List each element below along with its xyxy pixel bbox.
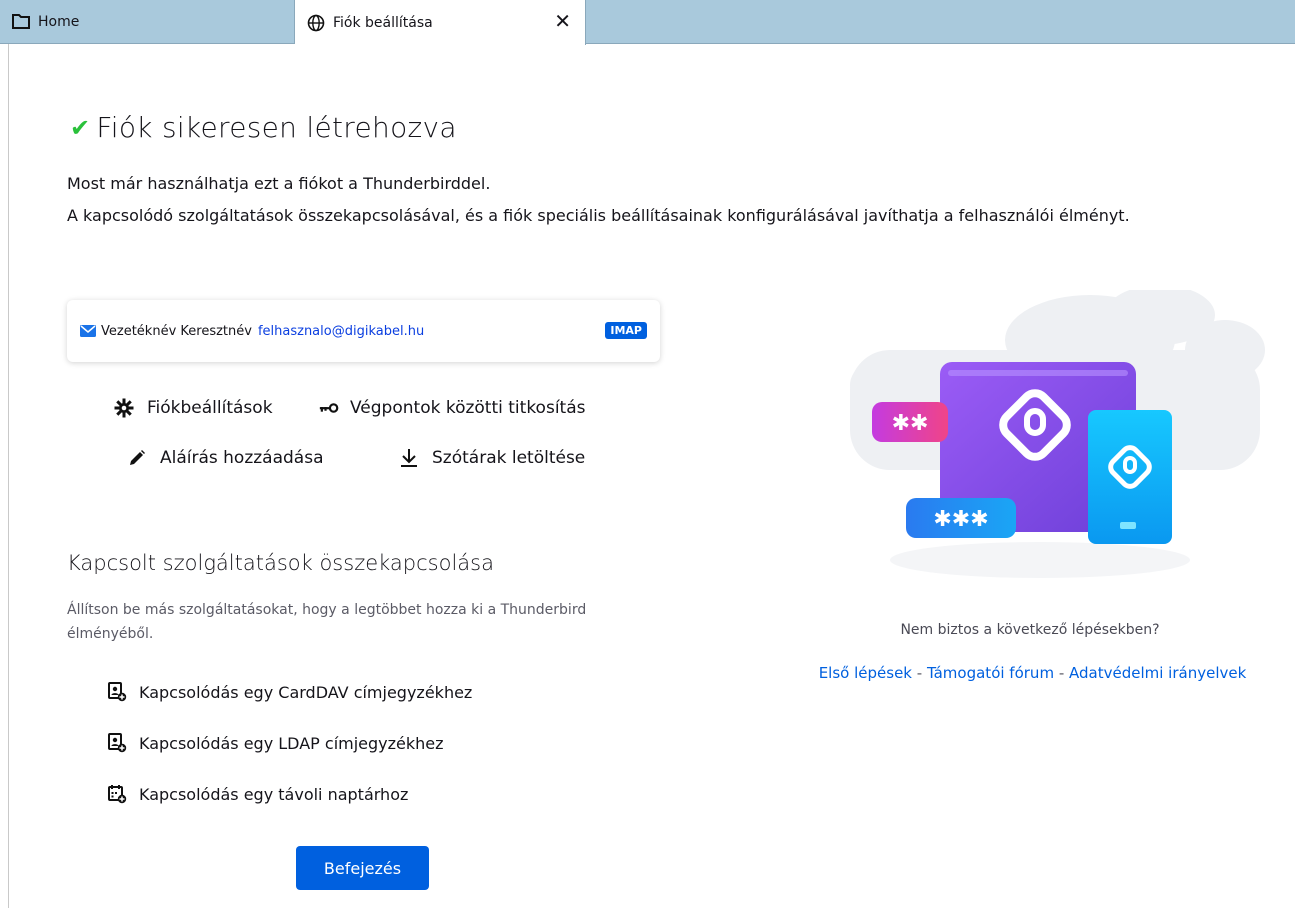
calendar-add-icon xyxy=(107,784,127,804)
tab-home-label: Home xyxy=(38,14,80,30)
services-description: Állítson be más szolgáltatásokat, hogy a… xyxy=(67,602,587,642)
finish-button[interactable]: Befejezés xyxy=(296,846,429,890)
privacy-policy-link[interactable]: Adatvédelmi irányelvek xyxy=(1069,664,1246,682)
link-separator: - xyxy=(911,664,927,682)
page-title-text: Fiók sikeresen létrehozva xyxy=(96,111,457,144)
globe-icon xyxy=(307,14,325,32)
folder-icon xyxy=(12,13,30,31)
download-dictionaries-link[interactable]: Szótárak letöltése xyxy=(398,447,585,469)
e2ee-label: Végpontok közötti titkosítás xyxy=(350,398,586,418)
connect-calendar-label: Kapcsolódás egy távoli naptárhoz xyxy=(139,784,409,804)
protocol-badge: IMAP xyxy=(605,322,647,339)
mask-top-text: ✱✱ xyxy=(892,411,929,436)
e2ee-link[interactable]: Végpontok közötti titkosítás xyxy=(318,397,585,419)
checkmark-icon: ✔ xyxy=(70,113,91,142)
link-separator: - xyxy=(1054,664,1070,682)
key-icon xyxy=(318,397,340,419)
connect-ldap-label: Kapcsolódás egy LDAP címjegyzékhez xyxy=(139,733,444,753)
tab-home[interactable]: Home xyxy=(0,0,295,44)
address-book-add-icon xyxy=(107,733,127,753)
add-signature-label: Aláírás hozzáadása xyxy=(160,448,324,468)
gear-icon xyxy=(113,397,135,419)
connect-ldap-link[interactable]: Kapcsolódás egy LDAP címjegyzékhez xyxy=(107,733,444,753)
close-icon[interactable]: ✕ xyxy=(554,11,571,31)
connect-carddav-label: Kapcsolódás egy CardDAV címjegyzékhez xyxy=(139,682,473,702)
security-illustration: ✱✱ ✱✱✱ xyxy=(830,285,1270,590)
mail-account-icon xyxy=(79,323,97,339)
account-email: felhasznalo@digikabel.hu xyxy=(257,323,425,339)
account-name: Vezetéknév Keresztnév xyxy=(101,323,252,339)
account-card: Vezetéknév Keresztnév felhasznalo@digika… xyxy=(67,300,660,362)
tab-account-setup[interactable]: Fiók beállítása ✕ xyxy=(295,0,586,45)
download-icon xyxy=(398,447,420,469)
connect-carddav-link[interactable]: Kapcsolódás egy CardDAV címjegyzékhez xyxy=(107,682,472,702)
account-settings-link[interactable]: Fiókbeállítások xyxy=(113,397,273,419)
description-line-1: Most már használhatja ezt a fiókot a Thu… xyxy=(67,174,491,193)
mask-bottom-text: ✱✱✱ xyxy=(933,507,988,532)
help-links: Első lépések - Támogatói fórum - Adatvéd… xyxy=(790,664,1275,682)
address-book-add-icon xyxy=(107,682,127,702)
account-settings-label: Fiókbeállítások xyxy=(147,398,273,418)
tab-bar: Home Fiók beállítása ✕ xyxy=(0,0,1295,45)
download-dictionaries-label: Szótárak letöltése xyxy=(432,448,586,468)
services-heading: Kapcsolt szolgáltatások összekapcsolása xyxy=(67,551,494,575)
page-title: ✔ Fiók sikeresen létrehozva xyxy=(70,111,457,144)
getting-started-link[interactable]: Első lépések xyxy=(819,664,912,682)
connect-calendar-link[interactable]: Kapcsolódás egy távoli naptárhoz xyxy=(107,784,408,804)
description-line-2: A kapcsolódó szolgáltatások összekapcsol… xyxy=(67,206,1130,225)
left-border xyxy=(8,44,9,908)
help-question: Nem biztos a következő lépésekben? xyxy=(900,622,1160,638)
tab-account-setup-label: Fiók beállítása xyxy=(333,14,433,31)
pencil-icon xyxy=(126,447,148,469)
add-signature-link[interactable]: Aláírás hozzáadása xyxy=(126,447,324,469)
support-forum-link[interactable]: Támogatói fórum xyxy=(927,664,1054,682)
